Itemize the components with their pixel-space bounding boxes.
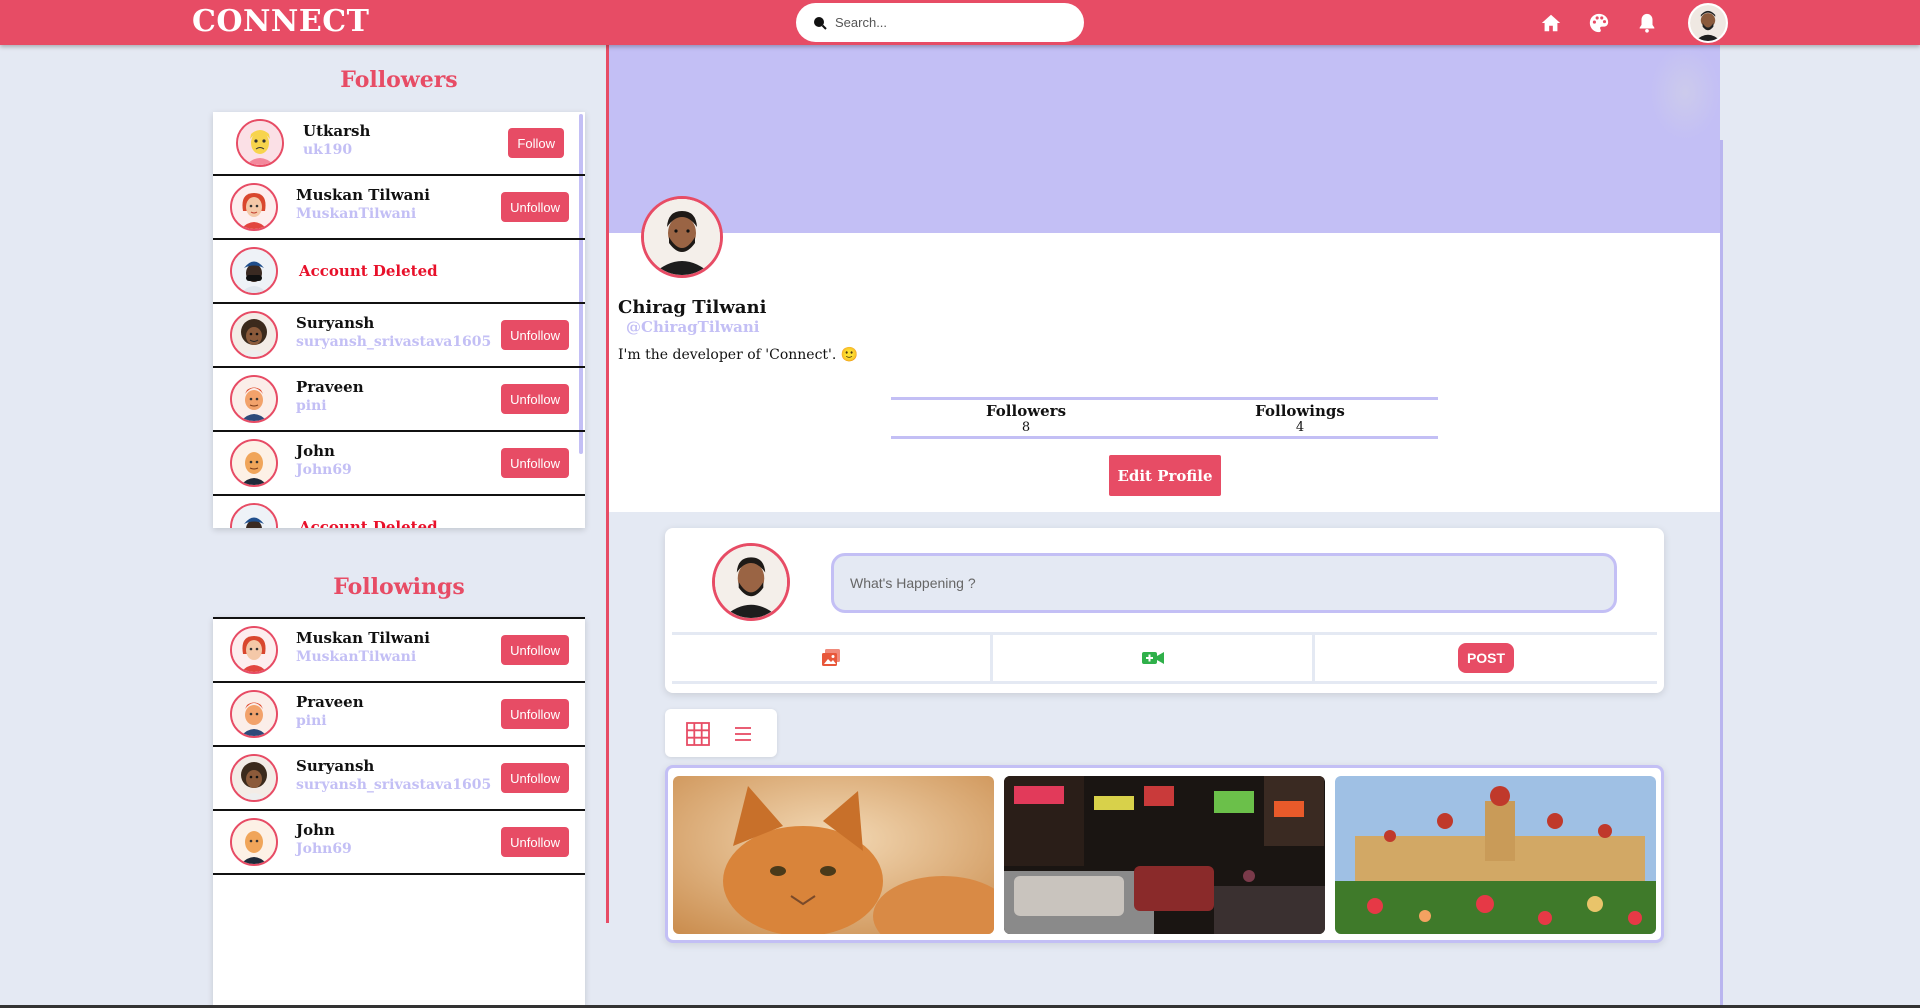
followers-list[interactable]: Utkarsh uk190 Follow Muskan Tilwani Musk…	[213, 112, 585, 528]
profile-name: Chirag Tilwani	[618, 297, 767, 318]
unfollow-button[interactable]: Unfollow	[501, 448, 569, 478]
followers-title: Followers	[340, 67, 458, 93]
user-handle: suryansh_srivastava1605	[296, 777, 492, 793]
unfollow-button[interactable]: Unfollow	[501, 320, 569, 350]
followers-stat[interactable]: Followers 8	[926, 402, 1126, 435]
bell-icon[interactable]	[1636, 12, 1658, 34]
unfollow-button[interactable]: Unfollow	[501, 827, 569, 857]
user-name[interactable]: Suryansh	[296, 314, 491, 332]
user-handle: MuskanTilwani	[296, 206, 417, 222]
followings-list[interactable]: Muskan Tilwani MuskanTilwani Unfollow Pr…	[213, 617, 585, 1008]
user-avatar	[230, 311, 278, 359]
profile-picture[interactable]	[641, 196, 723, 278]
user-handle: John69	[296, 841, 352, 857]
followers-stat-label: Followers	[985, 402, 1067, 420]
user-handle: MuskanTilwani	[296, 649, 417, 665]
followings-stat[interactable]: Followings 4	[1200, 402, 1400, 435]
user-avatar	[236, 119, 284, 167]
unfollow-button[interactable]: Unfollow	[501, 635, 569, 665]
user-name[interactable]: John	[296, 442, 352, 460]
user-avatar	[230, 183, 278, 231]
composer-actions: POST	[672, 632, 1657, 684]
search-icon	[814, 16, 827, 30]
post-action-cell: POST	[1312, 635, 1657, 681]
user-name[interactable]: Muskan Tilwani	[296, 186, 430, 204]
video-add-icon	[1141, 652, 1164, 664]
user-avatar	[230, 247, 278, 295]
deleted-account-label: Account Deleted	[299, 262, 438, 280]
user-avatar	[230, 754, 278, 802]
right-border	[1720, 140, 1723, 1008]
user-name[interactable]: Muskan Tilwani	[296, 629, 430, 647]
cover-image	[609, 45, 1720, 233]
home-icon[interactable]	[1540, 12, 1562, 34]
user-avatar	[230, 690, 278, 738]
user-handle: uk190	[303, 142, 353, 158]
unfollow-button[interactable]: Unfollow	[501, 763, 569, 793]
edit-profile-button[interactable]: Edit Profile	[1109, 455, 1221, 496]
unfollow-button[interactable]: Unfollow	[501, 192, 569, 222]
palace-photo[interactable]	[1335, 776, 1656, 934]
profile-handle: @ChiragTilwani	[626, 318, 760, 336]
photo-gallery	[665, 765, 1664, 943]
follower-row[interactable]: Utkarsh uk190 Follow	[213, 112, 585, 176]
post-text-input[interactable]	[831, 553, 1617, 613]
deleted-account-label: Account Deleted	[299, 518, 438, 528]
list-icon[interactable]	[731, 722, 755, 746]
user-avatar	[230, 439, 278, 487]
user-handle: pini	[296, 713, 327, 729]
image-icon	[822, 649, 840, 666]
user-avatar	[230, 503, 278, 528]
brand-logo[interactable]: CONNECT	[192, 4, 369, 39]
user-handle: pini	[296, 398, 327, 414]
user-handle: John69	[296, 462, 352, 478]
grid-icon[interactable]	[686, 722, 710, 746]
follower-row[interactable]: John John69 Unfollow	[213, 432, 585, 496]
following-row[interactable]: John John69 Unfollow	[213, 811, 585, 875]
street-photo[interactable]	[1004, 776, 1325, 934]
add-photo-button[interactable]	[672, 635, 990, 681]
user-name[interactable]: Suryansh	[296, 757, 491, 775]
left-sidebar: Followers Utkarsh uk190 Follow Muskan Ti…	[213, 45, 585, 1008]
following-row[interactable]: Muskan Tilwani MuskanTilwani Unfollow	[213, 619, 585, 683]
user-avatar	[230, 375, 278, 423]
top-navbar: CONNECT	[0, 0, 1920, 45]
following-row[interactable]: Suryansh suryansh_srivastava1605 Unfollo…	[213, 747, 585, 811]
cover-shadow	[1650, 45, 1720, 140]
post-composer: POST	[665, 528, 1664, 693]
follower-row[interactable]: Suryansh suryansh_srivastava1605 Unfollo…	[213, 304, 585, 368]
cat-photo[interactable]	[673, 776, 994, 934]
search-input[interactable]	[835, 15, 1065, 30]
follow-button[interactable]: Follow	[508, 128, 564, 158]
unfollow-button[interactable]: Unfollow	[501, 699, 569, 729]
profile-stats: Followers 8 Followings 4	[891, 397, 1438, 439]
user-name[interactable]: Praveen	[296, 693, 364, 711]
followers-stat-count: 8	[1021, 420, 1031, 435]
search-box[interactable]	[796, 3, 1084, 42]
profile-avatar[interactable]	[1688, 3, 1728, 43]
user-avatar	[230, 818, 278, 866]
user-name[interactable]: Praveen	[296, 378, 364, 396]
following-row[interactable]: Praveen pini Unfollow	[213, 683, 585, 747]
follower-row[interactable]: Praveen pini Unfollow	[213, 368, 585, 432]
user-name[interactable]: John	[296, 821, 352, 839]
follower-row[interactable]: Muskan Tilwani MuskanTilwani Unfollow	[213, 176, 585, 240]
composer-avatar	[712, 543, 790, 621]
user-name[interactable]: Utkarsh	[303, 122, 370, 140]
post-button[interactable]: POST	[1457, 643, 1515, 673]
view-toggle	[665, 709, 777, 757]
add-video-button[interactable]	[990, 635, 1312, 681]
followings-title: Followings	[333, 574, 465, 600]
profile-bio: I'm the developer of 'Connect'. 🙂	[618, 347, 859, 363]
followings-stat-count: 4	[1295, 420, 1305, 435]
palette-icon[interactable]	[1588, 12, 1610, 34]
follower-row-deleted: Account Deleted	[213, 496, 585, 528]
follower-row-deleted: Account Deleted	[213, 240, 585, 304]
user-handle: suryansh_srivastava1605	[296, 334, 492, 350]
followings-stat-label: Followings	[1255, 402, 1345, 420]
user-avatar	[230, 626, 278, 674]
unfollow-button[interactable]: Unfollow	[501, 384, 569, 414]
